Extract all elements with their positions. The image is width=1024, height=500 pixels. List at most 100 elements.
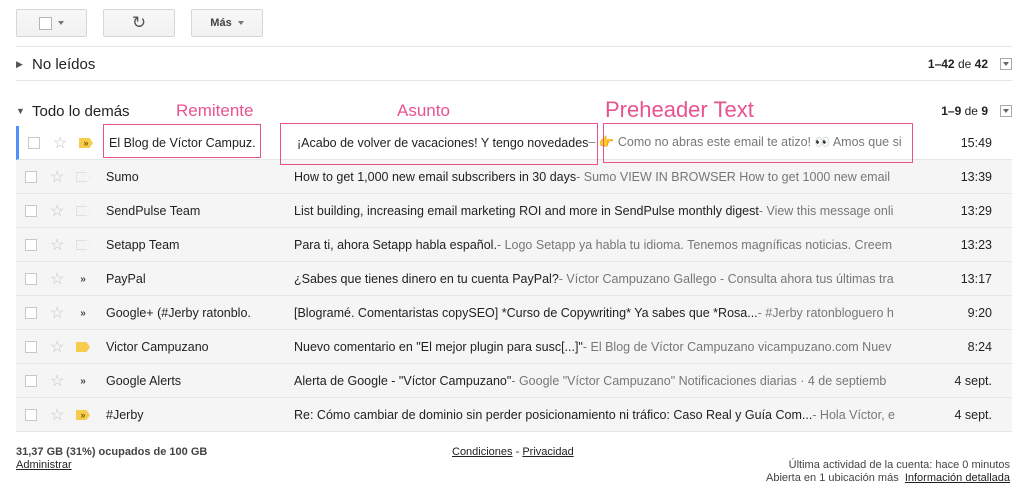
star-icon[interactable]: ☆ [50,398,64,431]
message-snippet: - #Jerby ratonbloguero h [757,305,894,320]
message-snippet: - Hola Víctor, e [812,407,895,422]
message-subject: Re: Cómo cambiar de dominio sin perder p… [294,407,813,422]
star-icon[interactable]: ☆ [50,194,64,227]
footer-links: Condiciones - Privacidad [452,446,574,458]
importance-marker-icon[interactable]: » [79,138,93,148]
message-sender: SendPulse Team [106,203,201,218]
message-content: [Blogramé. Comentaristas copySEO] *Curso… [294,296,906,329]
star-icon[interactable]: ☆ [50,228,64,261]
message-subject: Para ti, ahora Setapp habla español. [294,237,497,252]
importance-marker-icon[interactable] [76,206,90,216]
section-title: No leídos [32,55,96,73]
message-row[interactable]: ☆ Victor Campuzano Nuevo comentario en "El… [16,330,1012,364]
details-link[interactable]: Información detallada [905,472,1010,484]
annotation-subject-box [280,123,598,165]
message-content: Para ti, ahora Setapp habla español. - L… [294,228,906,261]
message-sender: Sumo [106,169,139,184]
chevron-down-icon [58,21,64,25]
message-snippet: - Sumo VIEW IN BROWSER How to get 1000 n… [576,169,891,184]
message-snippet: - Google "Víctor Campuzano" Notificacion… [511,373,887,388]
section-count: 1–42 de 42 [927,57,988,71]
message-row[interactable]: ☆ » Google+ (#Jerby ratonblo. [Blogramé. Co… [16,296,1012,330]
refresh-button[interactable]: ↻ [103,9,175,37]
footer-separator: - [512,446,523,458]
row-checkbox[interactable] [25,171,37,183]
message-content: Re: Cómo cambiar de dominio sin perder p… [294,398,906,431]
message-snippet: - El Blog de Víctor Campuzano vicampuzan… [582,339,892,354]
importance-marker-icon[interactable]: » [76,274,90,285]
section-title: Todo lo demás [32,102,130,120]
star-icon[interactable]: ☆ [50,160,64,193]
importance-marker-icon[interactable] [76,172,90,182]
section-everything-else[interactable]: ▼ Todo lo demás 1–9 de 9 [16,99,1012,123]
message-time: 4 sept. [954,407,992,422]
message-subject: Nuevo comentario en "El mejor plugin par… [294,339,583,354]
row-checkbox[interactable] [25,375,37,387]
section-options-icon[interactable] [1000,105,1012,117]
message-row[interactable]: ☆ SendPulse Team List building, increasing… [16,194,1012,228]
section-unread[interactable]: ▶ No leídos 1–42 de 42 [16,52,1012,76]
annotation-subject-label: Asunto [397,101,450,120]
row-checkbox[interactable] [25,307,37,319]
storage-quota: 31,37 GB (31%) ocupados de 100 GB [16,446,208,458]
message-sender: Google+ (#Jerby ratonblo. [106,305,251,320]
importance-marker-icon[interactable]: » [76,376,90,387]
message-row[interactable]: ☆ » PayPal ¿Sabes que tienes dinero en tu c… [16,262,1012,296]
divider [16,46,1012,47]
message-sender: Setapp Team [106,237,180,252]
star-icon[interactable]: ☆ [50,262,64,295]
open-locations: Abierta en 1 ubicación más Información d… [766,472,1010,484]
message-snippet: - Víctor Campuzano Gallego - Consulta ah… [558,271,894,286]
more-button[interactable]: Más [191,9,263,37]
message-time: 13:29 [960,203,992,218]
expand-triangle-icon[interactable]: ▶ [16,59,32,70]
message-content: List building, increasing email marketin… [294,194,906,227]
row-checkbox[interactable] [25,273,37,285]
message-time: 4 sept. [954,373,992,388]
message-content: Alerta de Google - "Víctor Campuzano" - … [294,364,906,397]
message-snippet: - Logo Setapp ya habla tu idioma. Tenemo… [496,237,893,252]
privacy-link[interactable]: Privacidad [522,446,573,458]
importance-marker-icon[interactable]: » [76,410,90,420]
chevron-down-icon [237,21,244,25]
message-time: 9:20 [967,305,992,320]
star-icon[interactable]: ☆ [53,126,67,159]
last-activity: Última actividad de la cuenta: hace 0 mi… [788,459,1010,471]
message-content: Nuevo comentario en "El mejor plugin par… [294,330,906,363]
message-row[interactable]: ☆ Sumo How to get 1,000 new email subscrib… [16,160,1012,194]
message-time: 13:23 [960,237,992,252]
annotation-sender-box [103,124,261,158]
collapse-triangle-icon[interactable]: ▼ [16,106,32,116]
star-icon[interactable]: ☆ [50,364,64,397]
row-checkbox[interactable] [28,137,40,149]
message-subject: How to get 1,000 new email subscribers i… [294,169,577,184]
message-sender: Victor Campuzano [106,339,209,354]
message-content: ¿Sabes que tienes dinero en tu cuenta Pa… [294,262,906,295]
message-row[interactable]: ☆ » #Jerby Re: Cómo cambiar de dominio sin … [16,398,1012,432]
annotation-preheader-box [603,123,913,163]
message-sender: PayPal [106,271,146,286]
message-subject: [Blogramé. Comentaristas copySEO] *Curso… [294,305,758,320]
importance-marker-icon[interactable] [76,342,90,352]
row-checkbox[interactable] [25,409,37,421]
row-checkbox[interactable] [25,205,37,217]
row-checkbox[interactable] [25,341,37,353]
select-all-dropdown[interactable] [16,9,87,37]
terms-link[interactable]: Condiciones [452,446,513,458]
annotation-preheader-label: Preheader Text [605,97,754,122]
importance-marker-icon[interactable] [76,240,90,250]
message-row[interactable]: ☆ Setapp Team Para ti, ahora Setapp habla … [16,228,1012,262]
message-row[interactable]: ☆ » Google Alerts Alerta de Google - "Vícto… [16,364,1012,398]
manage-link[interactable]: Administrar [16,459,72,471]
section-options-icon[interactable] [1000,58,1012,70]
message-sender: #Jerby [106,407,144,422]
row-checkbox[interactable] [25,239,37,251]
message-sender: Google Alerts [106,373,182,388]
message-subject: List building, increasing email marketin… [294,203,759,218]
importance-marker-icon[interactable]: » [76,308,90,319]
star-icon[interactable]: ☆ [50,330,64,363]
star-icon[interactable]: ☆ [50,296,64,329]
divider [16,80,1012,81]
refresh-icon: ↻ [131,13,147,32]
select-all-checkbox[interactable] [39,16,52,30]
